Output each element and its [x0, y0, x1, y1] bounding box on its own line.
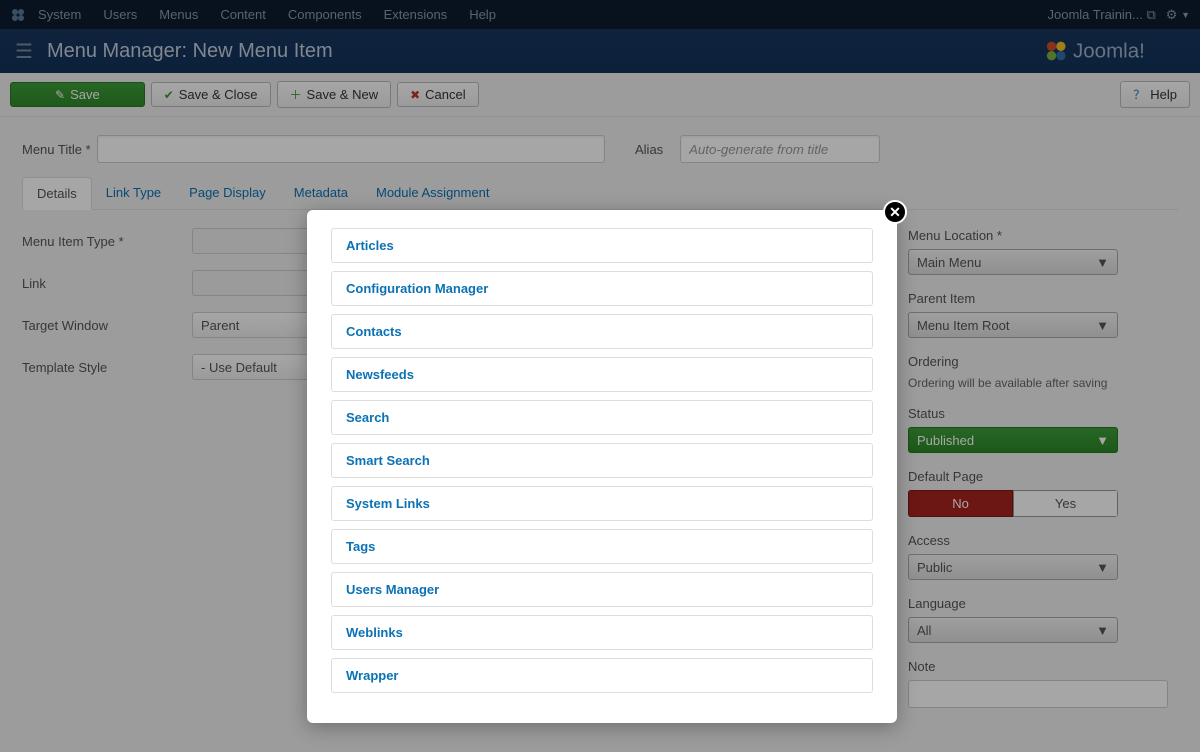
modal-item-contacts[interactable]: Contacts	[331, 314, 873, 349]
modal-item-newsfeeds[interactable]: Newsfeeds	[331, 357, 873, 392]
menu-item-type-modal: ✕ Articles Configuration Manager Contact…	[307, 210, 897, 723]
modal-item-users-manager[interactable]: Users Manager	[331, 572, 873, 607]
modal-close-button[interactable]: ✕	[883, 200, 907, 224]
modal-item-smart-search[interactable]: Smart Search	[331, 443, 873, 478]
modal-item-weblinks[interactable]: Weblinks	[331, 615, 873, 650]
modal-item-configuration-manager[interactable]: Configuration Manager	[331, 271, 873, 306]
modal-item-wrapper[interactable]: Wrapper	[331, 658, 873, 693]
close-icon: ✕	[889, 204, 901, 221]
modal-item-tags[interactable]: Tags	[331, 529, 873, 564]
modal-item-articles[interactable]: Articles	[331, 228, 873, 263]
modal-item-search[interactable]: Search	[331, 400, 873, 435]
modal-item-system-links[interactable]: System Links	[331, 486, 873, 521]
